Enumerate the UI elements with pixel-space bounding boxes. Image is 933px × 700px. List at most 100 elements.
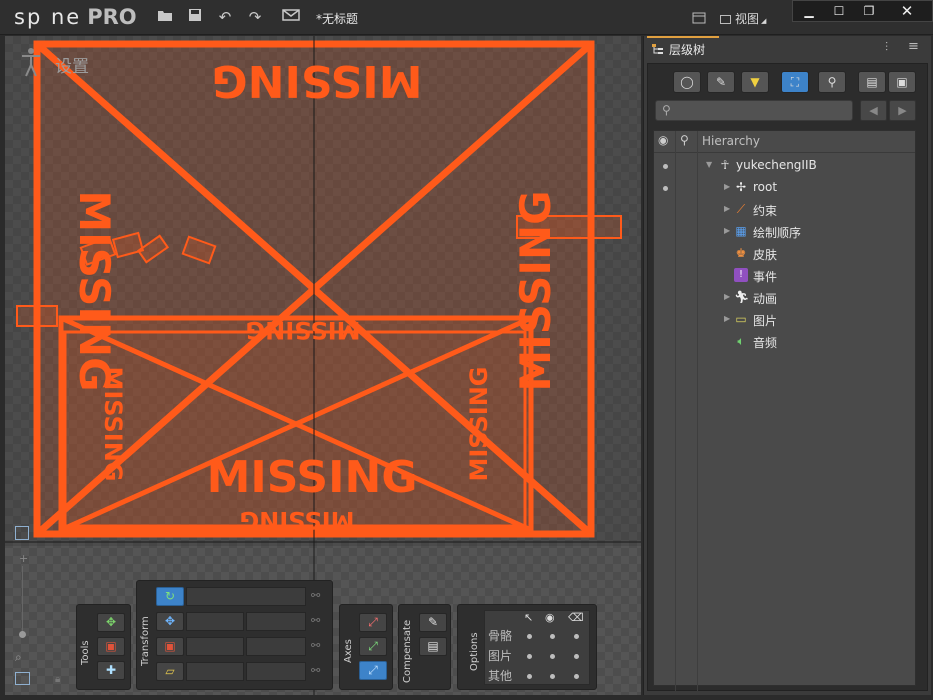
images-names-toggle[interactable]: [574, 654, 579, 659]
view-menu-button[interactable]: 视图 ◢: [720, 10, 766, 27]
pose-tool-button[interactable]: ✥: [97, 613, 125, 632]
compensate-images-button[interactable]: ▤: [419, 637, 447, 656]
shear-x-field[interactable]: [186, 662, 244, 681]
tree-row-draw-order[interactable]: ▶ ▦ 绘制顺序: [654, 221, 915, 243]
shear-link-icon[interactable]: ⚯: [311, 664, 320, 677]
world-axes-button[interactable]: ⤢: [359, 661, 387, 680]
compensate-bones-button[interactable]: ✎: [419, 613, 447, 632]
minimize-button[interactable]: ▁: [795, 3, 823, 20]
grid-toggle-icon[interactable]: [15, 526, 29, 540]
rotate-tool-button[interactable]: ↻: [156, 587, 184, 606]
shear-tool-button[interactable]: ▱: [156, 662, 184, 681]
tree-row-label: 绘制顺序: [753, 226, 802, 240]
bones-names-toggle[interactable]: [574, 634, 579, 639]
undo-icon[interactable]: ↶: [216, 8, 234, 26]
tree-row-root[interactable]: ▶ ✢ root: [654, 177, 915, 199]
zoom-plus-icon[interactable]: +: [19, 552, 28, 565]
mode-label: 设置: [55, 57, 89, 77]
images-select-toggle[interactable]: [527, 654, 532, 659]
hierarchy-panel: 层级树 ⫶ ≡ ◯ ✎ ▼ ⛶ ⚲ ▤ ▣ ⚲ ◀ ▶ ◉ ⚲ Hierarch…: [643, 36, 931, 695]
filter-funnel-button[interactable]: ▼: [741, 71, 769, 93]
zoom-icon[interactable]: ⌕: [15, 650, 22, 665]
find-button[interactable]: ⚲: [818, 71, 846, 93]
tree-row-animations[interactable]: ▶ 🏃︎ 动画: [654, 287, 915, 309]
expand-arrow-icon[interactable]: ▶: [724, 182, 730, 191]
parent-axes-button[interactable]: ⤢: [359, 637, 387, 656]
others-visibility-toggle[interactable]: [550, 674, 555, 679]
redo-icon[interactable]: ↷: [246, 8, 264, 26]
bones-select-toggle[interactable]: [527, 634, 532, 639]
bone-icon: ✢: [735, 180, 747, 194]
open-folder-icon[interactable]: [156, 8, 174, 26]
others-select-toggle[interactable]: [527, 674, 532, 679]
translate-link-icon[interactable]: ⚯: [311, 614, 320, 627]
panel-settings-icon[interactable]: ⫶: [885, 40, 888, 55]
mail-icon[interactable]: [282, 8, 300, 26]
visibility-column-icon[interactable]: ◉: [658, 133, 668, 147]
tree-row-images[interactable]: ▶ ▭ 图片: [654, 309, 915, 331]
search-next-button[interactable]: ▶: [889, 100, 916, 121]
restore-button[interactable]: ❐: [855, 3, 883, 20]
event-icon: !: [734, 268, 748, 282]
zoom-slider-thumb[interactable]: [19, 631, 26, 638]
animation-icon: 🏃︎: [734, 290, 750, 304]
maximize-button[interactable]: ☐: [825, 3, 853, 20]
missing-text-bottom: MISSING: [207, 452, 418, 503]
create-tool-button[interactable]: ✚: [97, 661, 125, 680]
collapse-button[interactable]: ▤: [858, 71, 886, 93]
tree-row-constraints[interactable]: ▶ ⟋ 约束: [654, 199, 915, 221]
tree-row-label: root: [753, 180, 778, 194]
filter-bones-button[interactable]: ◯: [673, 71, 701, 93]
window-layout-icon[interactable]: [690, 10, 708, 28]
shear-y-field[interactable]: [246, 662, 306, 681]
hierarchy-search-input[interactable]: ⚲: [655, 100, 853, 121]
close-button[interactable]: ✕: [893, 3, 921, 20]
tree-row-label: 动画: [753, 292, 778, 306]
translate-y-field[interactable]: [246, 612, 306, 631]
fit-view-icon[interactable]: [15, 672, 30, 685]
scale-link-icon[interactable]: ⚯: [311, 639, 320, 652]
bones-visibility-toggle[interactable]: [550, 634, 555, 639]
translate-tool-button[interactable]: ✥: [156, 612, 184, 631]
logo-text: sp ne: [14, 5, 82, 29]
weights-tool-button[interactable]: ▣: [97, 637, 125, 656]
hierarchy-header-label: Hierarchy: [702, 134, 761, 148]
save-icon[interactable]: [186, 8, 204, 26]
expand-arrow-icon[interactable]: ▶: [724, 292, 730, 301]
scale-tool-button[interactable]: ▣: [156, 637, 184, 656]
keyable-column-icon[interactable]: ⚲: [680, 133, 689, 147]
skin-icon: ♚: [735, 246, 747, 260]
tree-row-skeleton[interactable]: ▼ ☥ yukechengIIB: [654, 155, 915, 177]
options-group: Options ↖ ◉ ⌫ 骨骼 图片 其他: [457, 604, 597, 690]
local-axes-button[interactable]: ⤢: [359, 613, 387, 632]
tree-row-skins[interactable]: ♚ 皮肤: [654, 243, 915, 265]
others-names-toggle[interactable]: [574, 674, 579, 679]
options-row-others: 其他: [488, 669, 513, 683]
expand-arrow-icon[interactable]: ▶: [724, 226, 730, 235]
viewport[interactable]: MISSING MISSING MISSING MISSING MISSING …: [5, 36, 641, 695]
select-col-icon: ↖: [524, 611, 534, 624]
scale-y-field[interactable]: [246, 637, 306, 656]
scale-x-field[interactable]: [186, 637, 244, 656]
tree-row-audio[interactable]: 🔈︎ 音频: [654, 331, 915, 353]
skeleton-icon: ☥: [720, 158, 730, 172]
tab-hierarchy[interactable]: 层级树: [647, 36, 719, 58]
panel-menu-icon[interactable]: ≡: [908, 39, 919, 54]
missing-text-top: MISSING: [212, 55, 423, 106]
search-prev-button[interactable]: ◀: [860, 100, 887, 121]
rotate-value-field[interactable]: [186, 587, 306, 606]
translate-x-field[interactable]: [186, 612, 244, 631]
zoom-slider-track[interactable]: [22, 566, 23, 636]
tree-row-events[interactable]: ! 事件: [654, 265, 915, 287]
expand-arrow-icon[interactable]: ▶: [724, 204, 730, 213]
root-visibility-dot[interactable]: [663, 186, 668, 191]
skeleton-visibility-dot[interactable]: [663, 164, 668, 169]
expand-button[interactable]: ▣: [888, 71, 916, 93]
filter-pen-button[interactable]: ✎: [707, 71, 735, 93]
expand-arrow-icon[interactable]: ▶: [724, 314, 730, 323]
images-visibility-toggle[interactable]: [550, 654, 555, 659]
lock-icon[interactable]: 🔒︎: [55, 674, 60, 685]
rotate-link-icon[interactable]: ⚯: [311, 589, 320, 602]
expand-arrow-icon[interactable]: ▼: [706, 160, 712, 169]
focus-selection-button[interactable]: ⛶: [781, 71, 809, 93]
